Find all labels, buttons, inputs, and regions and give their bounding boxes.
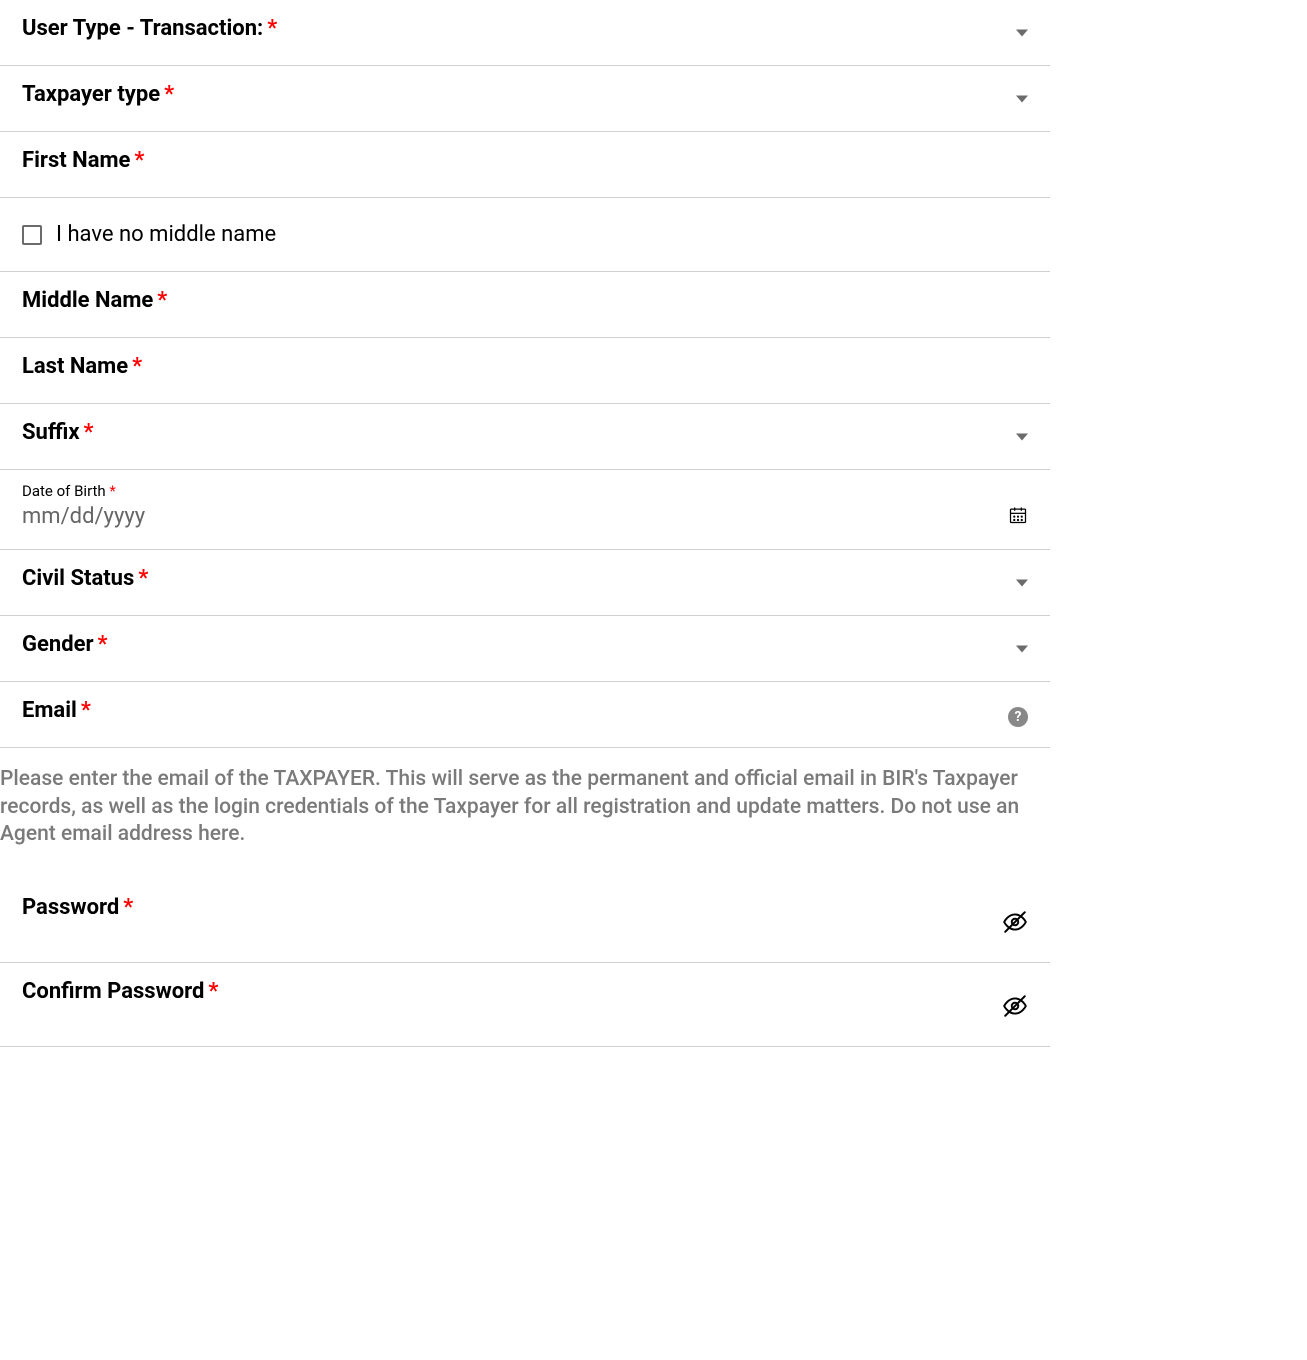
no-middle-name-label: I have no middle name [56, 222, 276, 247]
required-asterisk: * [132, 354, 142, 379]
first-name-label: First Name [22, 148, 130, 173]
calendar-icon[interactable] [1008, 505, 1028, 529]
last-name-label: Last Name [22, 354, 128, 379]
civil-status-label: Civil Status [22, 566, 134, 591]
dob-placeholder: mm/dd/yyyy [22, 504, 1028, 529]
help-icon[interactable]: ? [1008, 707, 1028, 727]
gender-select[interactable]: Gender * [0, 616, 1050, 682]
required-asterisk: * [157, 288, 167, 313]
civil-status-select[interactable]: Civil Status * [0, 550, 1050, 616]
user-type-select[interactable]: User Type - Transaction: * [0, 0, 1050, 66]
user-type-label: User Type - Transaction: [22, 16, 263, 41]
chevron-down-icon [1016, 95, 1028, 102]
no-middle-name-checkbox[interactable] [22, 225, 42, 245]
required-asterisk: * [138, 566, 148, 591]
eye-off-icon[interactable] [1002, 909, 1028, 939]
required-asterisk: * [267, 16, 277, 41]
chevron-down-icon [1016, 433, 1028, 440]
suffix-select[interactable]: Suffix * [0, 404, 1050, 470]
no-middle-name-row: I have no middle name [0, 198, 1050, 272]
required-asterisk: * [84, 420, 94, 445]
chevron-down-icon [1016, 579, 1028, 586]
taxpayer-type-label: Taxpayer type [22, 82, 160, 107]
dob-label: Date of Birth * [22, 482, 1028, 500]
email-label: Email [22, 698, 77, 723]
middle-name-label: Middle Name [22, 288, 153, 313]
email-input[interactable]: Email * ? [0, 682, 1050, 748]
chevron-down-icon [1016, 645, 1028, 652]
middle-name-input[interactable]: Middle Name * [0, 272, 1050, 338]
taxpayer-type-select[interactable]: Taxpayer type * [0, 66, 1050, 132]
eye-off-icon[interactable] [1002, 993, 1028, 1023]
required-asterisk: * [164, 82, 174, 107]
confirm-password-input[interactable]: Confirm Password * [0, 963, 1050, 1047]
first-name-input[interactable]: First Name * [0, 132, 1050, 198]
password-label: Password [22, 895, 119, 920]
confirm-password-label: Confirm Password [22, 979, 204, 1004]
dob-input[interactable]: Date of Birth * mm/dd/yyyy [0, 470, 1050, 550]
required-asterisk: * [98, 632, 108, 657]
required-asterisk: * [109, 482, 115, 500]
required-asterisk: * [134, 148, 144, 173]
required-asterisk: * [81, 698, 91, 723]
suffix-label: Suffix [22, 420, 80, 445]
last-name-input[interactable]: Last Name * [0, 338, 1050, 404]
email-help-text: Please enter the email of the TAXPAYER. … [0, 748, 1050, 879]
chevron-down-icon [1016, 29, 1028, 36]
required-asterisk: * [123, 895, 133, 920]
gender-label: Gender [22, 632, 94, 657]
password-input[interactable]: Password * [0, 879, 1050, 963]
required-asterisk: * [208, 979, 218, 1004]
registration-form: User Type - Transaction: * Taxpayer type… [0, 0, 1050, 1047]
